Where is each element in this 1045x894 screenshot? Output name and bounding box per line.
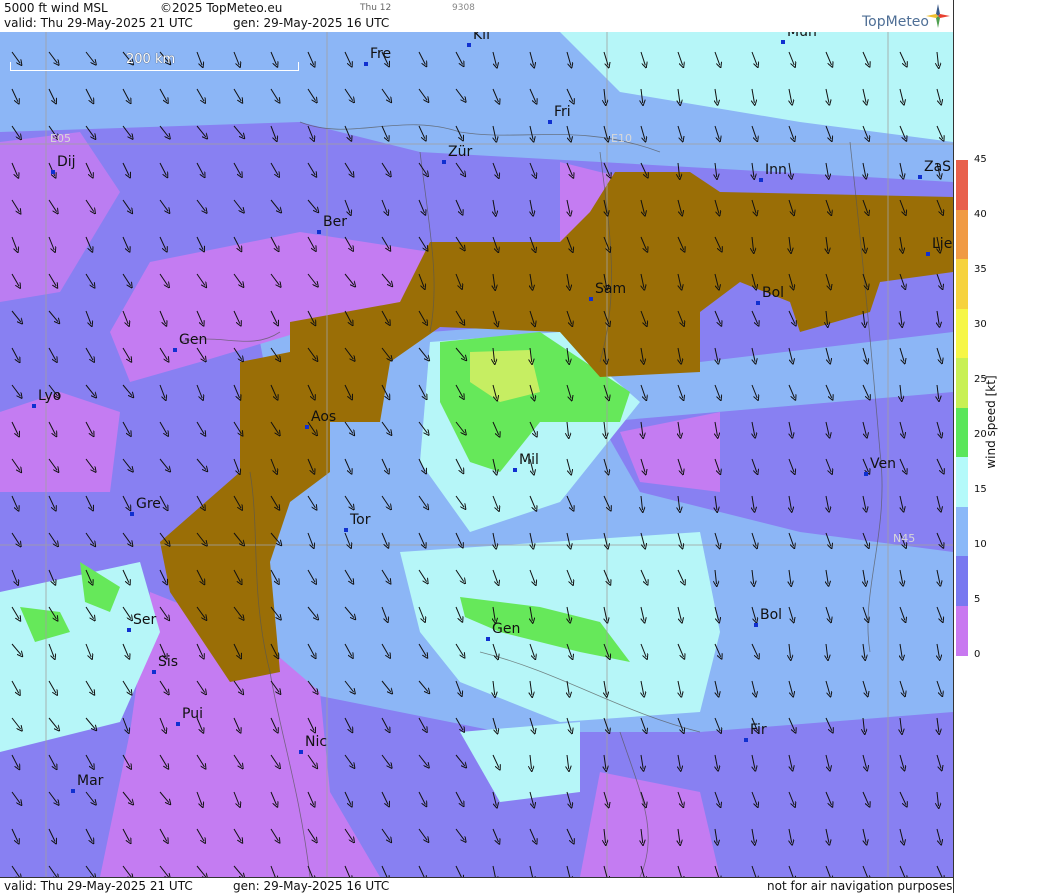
footer-note: not for air navigation purposes [767, 879, 953, 893]
small-code: 9308 [452, 3, 475, 13]
legend-tick-label: 5 [974, 594, 981, 605]
legend-tick-label: 45 [974, 154, 987, 165]
city-marker [918, 175, 922, 179]
wind-speed-field [0, 32, 953, 877]
legend-swatch [956, 556, 968, 606]
legend-swatch [956, 160, 968, 210]
city-marker [130, 512, 134, 516]
city-label: Fre [370, 46, 392, 62]
city-marker [32, 404, 36, 408]
city-marker [754, 623, 758, 627]
city-label: Lie [932, 236, 953, 252]
city-label: Bol [762, 285, 785, 301]
city-label: ZaS [924, 159, 952, 175]
header-bar: 5000 ft wind MSL ©2025 TopMeteo.eu Thu 1… [0, 0, 953, 33]
city-marker [299, 750, 303, 754]
legend: 45 40 35 30 25 20 15 10 5 0 wind speed [kt] [953, 0, 1045, 893]
city-marker [467, 43, 471, 47]
gen-time: gen: 29-May-2025 16 UTC [233, 16, 390, 30]
city-marker [756, 301, 760, 305]
legend-tick-label: 35 [974, 264, 987, 275]
city-label: Gre [136, 496, 161, 512]
city-label: Zür [448, 144, 473, 160]
city-marker [486, 637, 490, 641]
city-marker [51, 170, 55, 174]
city-label: Ser [133, 612, 157, 628]
city-marker [781, 40, 785, 44]
legend-swatch [956, 407, 968, 458]
city-label: Fir [750, 722, 767, 738]
grid-label-e10: E10 [611, 132, 632, 145]
topmeteo-logo: TopMeteo [862, 14, 929, 30]
legend-tick-label: 10 [974, 539, 987, 550]
city-marker [926, 252, 930, 256]
city-marker [152, 670, 156, 674]
legend-tick-label: 40 [974, 209, 987, 220]
city-label: Nic [305, 734, 328, 750]
small-day: Thu 12 [360, 3, 392, 13]
grid-label-n45: N45 [893, 532, 916, 545]
city-marker [513, 468, 517, 472]
city-label: Lyo [38, 388, 62, 404]
city-marker [127, 628, 131, 632]
city-label: Mil [519, 452, 539, 468]
legend-swatch [956, 358, 968, 408]
legend-swatch [956, 506, 968, 557]
city-marker [364, 62, 368, 66]
city-label: Ber [323, 214, 347, 230]
city-marker [176, 722, 180, 726]
city-label: Ven [870, 456, 896, 472]
city-marker [744, 738, 748, 742]
legend-title: wind speed [kt] [984, 375, 998, 469]
grid-label-e05: E05 [50, 132, 71, 145]
city-label: Aos [311, 409, 337, 425]
city-marker [864, 472, 868, 476]
scale-bar-label: 200 km [126, 52, 176, 67]
city-label: Mun [787, 32, 817, 40]
city-marker [344, 528, 348, 532]
city-label: Kli [473, 32, 490, 43]
city-label: Dij [57, 154, 76, 170]
product-title: 5000 ft wind MSL [4, 1, 108, 15]
city-marker [759, 178, 763, 182]
wind-map: 200 km E05 E10 N45 Kli Mun Fre Fri Dij Zür Inn… [0, 32, 953, 877]
city-marker [442, 160, 446, 164]
city-label: Gen [492, 621, 521, 637]
city-marker [71, 789, 75, 793]
legend-swatch [956, 605, 968, 656]
compass-logo-icon [926, 4, 950, 28]
city-label: Gen [179, 332, 208, 348]
city-label: Sam [595, 281, 627, 297]
legend-swatch [956, 209, 968, 260]
footer-valid-time: valid: Thu 29-May-2025 21 UTC [4, 879, 193, 893]
legend-tick-label: 30 [974, 319, 987, 330]
city-marker [548, 120, 552, 124]
legend-tick-label: 0 [974, 649, 981, 660]
city-label: Fri [554, 104, 571, 120]
city-marker [305, 425, 309, 429]
footer-gen-time: gen: 29-May-2025 16 UTC [233, 879, 390, 893]
footer-bar: valid: Thu 29-May-2025 21 UTC gen: 29-Ma… [0, 877, 953, 894]
legend-swatch [956, 457, 968, 507]
legend-swatch [956, 308, 968, 359]
city-marker [589, 297, 593, 301]
city-marker [317, 230, 321, 234]
city-label: Sis [158, 654, 179, 670]
city-label: Mar [77, 773, 104, 789]
city-marker [173, 348, 177, 352]
city-label: Bol [760, 607, 783, 623]
city-label: Pui [182, 706, 203, 722]
city-label: Inn [765, 162, 787, 178]
legend-color-bar [956, 160, 968, 656]
valid-time: valid: Thu 29-May-2025 21 UTC [4, 16, 193, 30]
legend-swatch [956, 259, 968, 309]
copyright: ©2025 TopMeteo.eu [160, 1, 283, 15]
city-label: Tor [350, 512, 371, 528]
